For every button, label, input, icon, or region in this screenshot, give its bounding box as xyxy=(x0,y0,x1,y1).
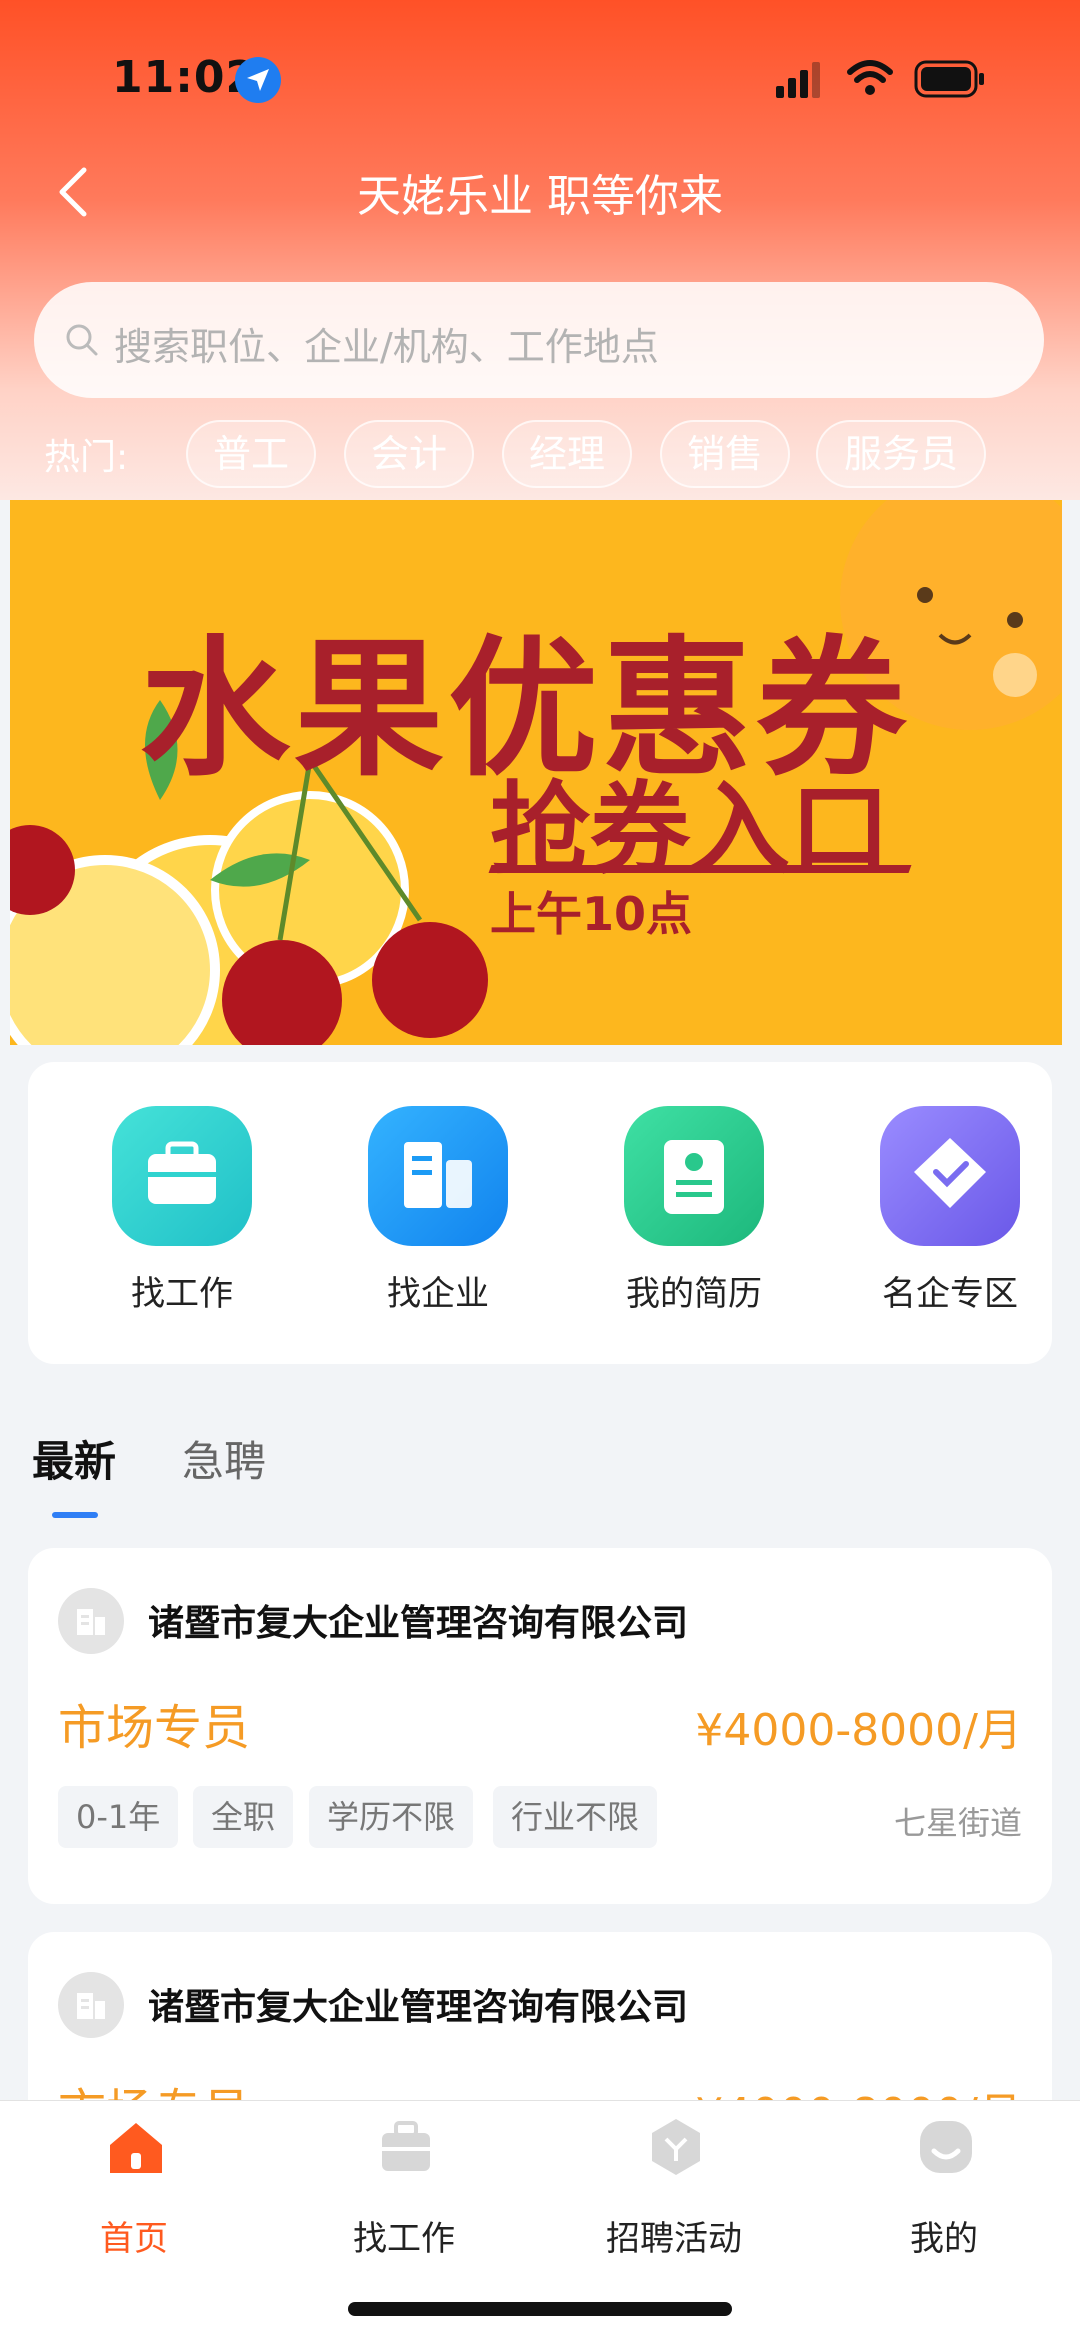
hot-tag[interactable]: 会计 xyxy=(344,420,474,488)
quick-entry-label: 我的简历 xyxy=(626,1274,762,1314)
briefcase-icon xyxy=(112,1106,252,1246)
company-name: 诸暨市复大企业管理咨询有限公司 xyxy=(148,1603,689,1644)
quick-entry-label: 找企业 xyxy=(387,1274,489,1314)
briefcase-icon xyxy=(382,2121,430,2171)
hot-tag[interactable]: 销售 xyxy=(660,420,790,488)
wifi-icon xyxy=(847,60,893,95)
tab-recruit-events[interactable]: 招聘活动 xyxy=(574,2101,774,2281)
quick-entry-label: 找工作 xyxy=(131,1274,233,1314)
cellular-signal-icon xyxy=(776,62,820,98)
tab-label: 找工作 xyxy=(353,2219,455,2259)
event-hexagon-icon xyxy=(652,2119,700,2175)
location-arrow-icon xyxy=(235,57,281,103)
nav-bar: 天姥乐业 职等你来 xyxy=(0,150,1080,230)
home-indicator xyxy=(348,2302,732,2316)
status-bar: 11:02 xyxy=(0,0,1080,150)
job-tag: 行业不限 xyxy=(493,1786,658,1848)
job-tag: 全职 xyxy=(193,1786,294,1848)
battery-icon xyxy=(914,60,984,98)
quick-entry-find-company[interactable]: 找企业 xyxy=(338,1106,538,1326)
feed-tabs: 最新 急聘 xyxy=(0,1420,1080,1520)
hot-label: 热门: xyxy=(44,437,129,478)
tab-urgent[interactable]: 急聘 xyxy=(182,1428,266,1489)
tab-label: 招聘活动 xyxy=(606,2219,742,2259)
hot-tag[interactable]: 服务员 xyxy=(816,420,986,488)
quick-entry-label: 名企专区 xyxy=(882,1274,1018,1314)
company-logo-icon xyxy=(58,1588,124,1654)
hot-tags-row: 热门: 普工 会计 经理 销售 服务员 xyxy=(0,420,1080,490)
quick-entry-card: 找工作 找企业 我的简历 名企专区 xyxy=(28,1062,1052,1364)
quick-entry-top-companies[interactable]: 名企专区 xyxy=(850,1106,1050,1326)
company-name: 诸暨市复大企业管理咨询有限公司 xyxy=(148,1987,689,2028)
page-title: 天姥乐业 职等你来 xyxy=(357,171,723,222)
job-tag: 0-1年 xyxy=(58,1786,179,1848)
tab-label: 我的 xyxy=(910,2219,978,2259)
tab-label: 首页 xyxy=(100,2219,168,2259)
search-placeholder: 搜索职位、企业/机构、工作地点 xyxy=(114,325,659,369)
resume-icon xyxy=(624,1106,764,1246)
tab-indicator xyxy=(52,1512,98,1518)
job-title: 市场专员 xyxy=(58,1700,251,1756)
home-icon xyxy=(110,2123,162,2173)
company-logo-icon xyxy=(58,1972,124,2038)
job-tag: 学历不限 xyxy=(309,1786,474,1848)
job-location: 七星街道 xyxy=(893,1804,1022,1842)
building-icon xyxy=(368,1106,508,1246)
quick-entry-find-job[interactable]: 找工作 xyxy=(82,1106,282,1326)
quick-entry-my-resume[interactable]: 我的简历 xyxy=(594,1106,794,1326)
job-card[interactable]: 诸暨市复大企业管理咨询有限公司 市场专员 ¥4000-8000/月 0-1年 全… xyxy=(28,1548,1052,1904)
banner-time: 上午10点 xyxy=(490,887,693,941)
search-icon xyxy=(66,324,98,356)
search-input[interactable]: 搜索职位、企业/机构、工作地点 xyxy=(34,282,1044,398)
tab-find-job[interactable]: 找工作 xyxy=(304,2101,504,2281)
diamond-check-icon xyxy=(880,1106,1020,1246)
smile-face-icon xyxy=(920,2121,972,2173)
hot-tag[interactable]: 经理 xyxy=(502,420,632,488)
hot-tag[interactable]: 普工 xyxy=(186,420,316,488)
banner-underline xyxy=(488,865,912,873)
bottom-tab-bar: 首页 找工作 招聘活动 我的 xyxy=(0,2100,1080,2328)
job-salary: ¥4000-8000/月 xyxy=(695,1705,1022,1756)
tab-home[interactable]: 首页 xyxy=(34,2101,234,2281)
promo-banner[interactable]: 水果优惠券 抢券入口 上午10点 xyxy=(10,500,1062,1045)
tab-latest[interactable]: 最新 xyxy=(32,1428,116,1489)
tab-mine[interactable]: 我的 xyxy=(844,2101,1044,2281)
